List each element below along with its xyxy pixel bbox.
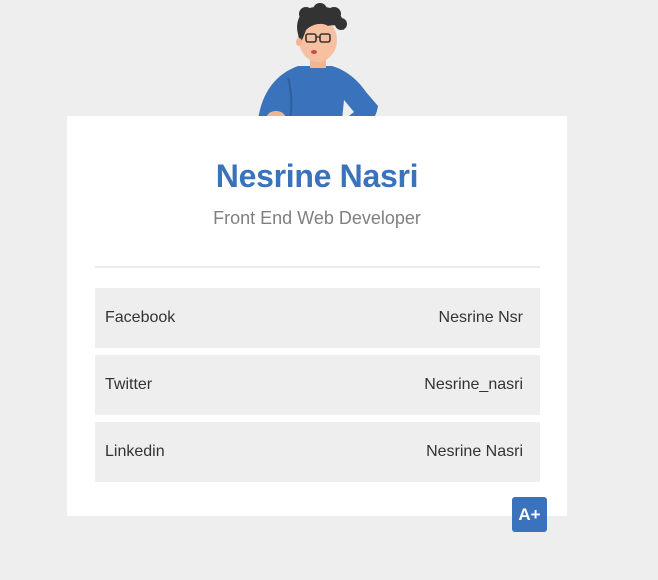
social-network-label: Linkedin xyxy=(105,443,165,460)
profile-role: Front End Web Developer xyxy=(213,208,421,228)
font-size-increase-button[interactable]: A+ xyxy=(512,497,547,532)
social-row-facebook[interactable]: Facebook Nesrine Nsr xyxy=(95,288,540,348)
social-network-label: Facebook xyxy=(105,309,176,326)
social-handle: Nesrine Nasri xyxy=(426,443,523,460)
profile-name: Nesrine Nasri xyxy=(215,158,419,194)
social-handle: Nesrine Nsr xyxy=(438,309,523,326)
social-handle: Nesrine_nasri xyxy=(424,376,523,393)
social-network-label: Twitter xyxy=(105,376,153,393)
social-list: Facebook Nesrine Nsr Twitter Nesrine_nas… xyxy=(95,288,540,489)
social-row-twitter[interactable]: Twitter Nesrine_nasri xyxy=(95,355,540,415)
social-row-linkedin[interactable]: Linkedin Nesrine Nasri xyxy=(95,422,540,482)
divider xyxy=(95,266,540,268)
profile-card: Nesrine Nasri Front End Web Developer Fa… xyxy=(67,116,567,516)
